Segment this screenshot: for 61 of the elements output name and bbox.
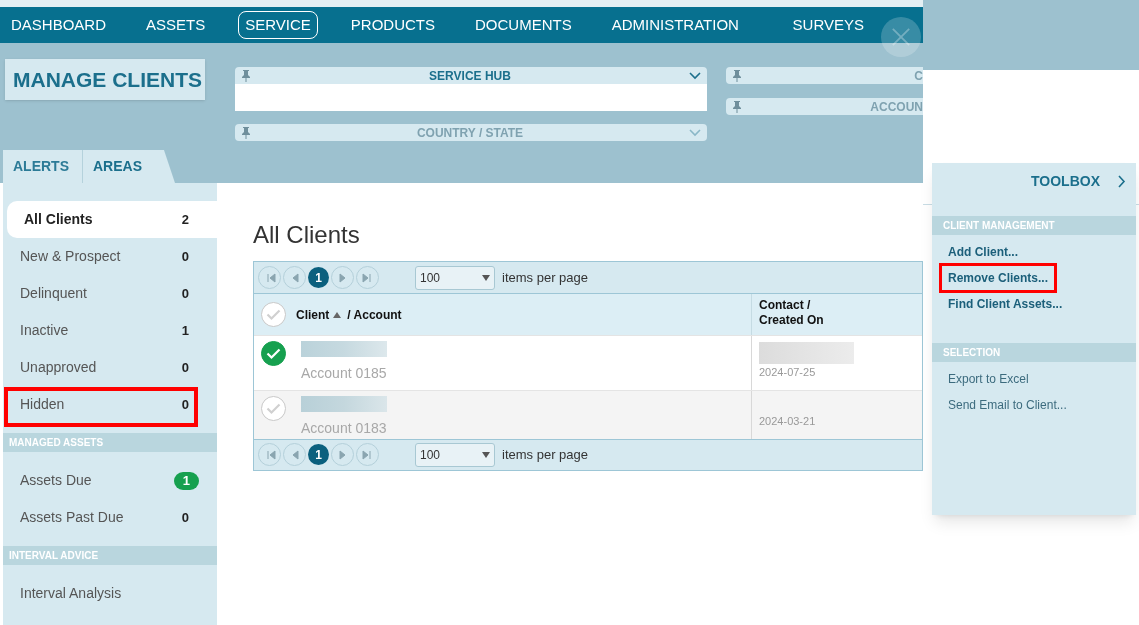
- chevron-right-icon[interactable]: [1118, 174, 1126, 188]
- sidebar-item[interactable]: Assets Past Due 0: [3, 499, 217, 536]
- nav-tab[interactable]: SURVEYS: [785, 11, 871, 39]
- toolbox-link[interactable]: Remove Clients...: [939, 263, 1058, 293]
- section-heading: MANAGED ASSETS: [3, 433, 217, 452]
- table-cell-text: Account 0185: [301, 364, 387, 383]
- table-cell-text: 2024-03-21: [759, 414, 817, 429]
- item-count: 0: [181, 395, 189, 414]
- page-button[interactable]: 1: [308, 444, 329, 465]
- toolbox-title: TOOLBOX: [1031, 171, 1100, 191]
- side-tab[interactable]: AREAS: [83, 150, 175, 183]
- row-checkbox[interactable]: [261, 341, 286, 366]
- table-cell-text: 2024-07-25: [759, 365, 817, 380]
- pin-icon[interactable]: [241, 69, 251, 82]
- sidebar-item[interactable]: All Clients 2: [7, 201, 217, 238]
- column-header[interactable]: / Account: [347, 305, 402, 324]
- nav-tab[interactable]: SERVICE: [238, 11, 318, 39]
- page-button[interactable]: 1: [308, 267, 329, 288]
- nav-tab[interactable]: DASHBOARD: [4, 11, 114, 39]
- caret-icon: [482, 274, 490, 281]
- item-count: 0: [181, 358, 189, 377]
- page-title: MANAGE CLIENTS: [5, 59, 205, 100]
- table-cell-text: Account 0183: [301, 418, 387, 438]
- pager-label: items per page: [502, 445, 588, 464]
- item-count: 0: [181, 247, 189, 266]
- nav-tab[interactable]: PRODUCTS: [343, 11, 442, 39]
- chevron-down-icon: [689, 128, 701, 137]
- sidebar-item[interactable]: Interval Analysis: [3, 575, 217, 612]
- pager-label: items per page: [502, 268, 588, 287]
- item-count: 0: [181, 284, 189, 303]
- sidebar-item[interactable]: Unapproved 0: [3, 349, 217, 386]
- column-header[interactable]: Client: [296, 305, 330, 324]
- nav-tab[interactable]: DOCUMENTS: [468, 11, 579, 39]
- item-count: 2: [181, 210, 189, 229]
- sidebar-item[interactable]: New & Prospect 0: [3, 238, 217, 275]
- per-page-dropdown[interactable]: 100: [415, 265, 495, 290]
- table-row[interactable]: Account 0185 2024-07-25: [254, 335, 922, 390]
- section-heading: INTERVAL ADVICE: [3, 546, 217, 565]
- pin-icon[interactable]: [732, 69, 742, 82]
- item-count: 1: [181, 321, 189, 340]
- nav-tab[interactable]: ADMINISTRATION: [604, 11, 746, 39]
- row-checkbox[interactable]: [261, 302, 286, 327]
- content-title: All Clients: [253, 220, 361, 250]
- item-count: 0: [181, 508, 189, 527]
- section-heading: CLIENT MANAGEMENT: [932, 216, 1136, 235]
- sidebar-item[interactable]: Inactive 1: [3, 312, 217, 349]
- pin-icon[interactable]: [732, 100, 742, 113]
- count-badge: 1: [173, 471, 199, 490]
- filter-dropdown[interactable]: SERVICE HUB: [235, 67, 707, 84]
- sidebar-item[interactable]: Delinquent 0: [3, 275, 217, 312]
- column-header[interactable]: Contact / Created On: [759, 298, 843, 328]
- nav-tab[interactable]: ASSETS: [139, 11, 213, 39]
- section-heading: SELECTION: [932, 343, 1136, 362]
- caret-icon: [482, 451, 490, 458]
- chevron-down-icon: [689, 71, 701, 80]
- per-page-dropdown[interactable]: 100: [415, 442, 495, 467]
- sidebar-item[interactable]: Assets Due 1: [3, 462, 217, 499]
- sort-arrow-icon[interactable]: [333, 311, 342, 318]
- sidebar-item[interactable]: Hidden 0: [3, 386, 217, 423]
- side-tab[interactable]: ALERTS: [3, 150, 83, 183]
- row-checkbox[interactable]: [261, 395, 286, 421]
